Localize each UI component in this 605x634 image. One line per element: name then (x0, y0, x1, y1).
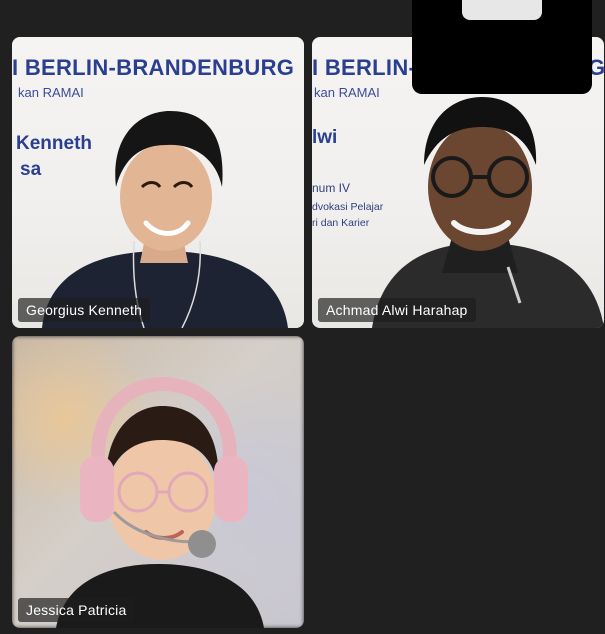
participant-name-label: Achmad Alwi Harahap (318, 298, 476, 322)
video-tile-georgius[interactable]: I BERLIN-BRANDENBURG kan RAMAI Kenneth s… (12, 37, 304, 328)
participant-video-georgius (42, 111, 288, 328)
self-view-drag-handle[interactable] (462, 0, 542, 20)
video-call-stage: I BERLIN-BRANDENBURG kan RAMAI Kenneth s… (0, 0, 605, 634)
participant-name-label: Georgius Kenneth (18, 298, 151, 322)
self-view-panel[interactable] (412, 0, 592, 94)
participant-name-label: Jessica Patricia (18, 598, 135, 622)
video-tile-jessica[interactable]: Jessica Patricia (12, 336, 304, 628)
participant-video-jessica (56, 376, 264, 628)
